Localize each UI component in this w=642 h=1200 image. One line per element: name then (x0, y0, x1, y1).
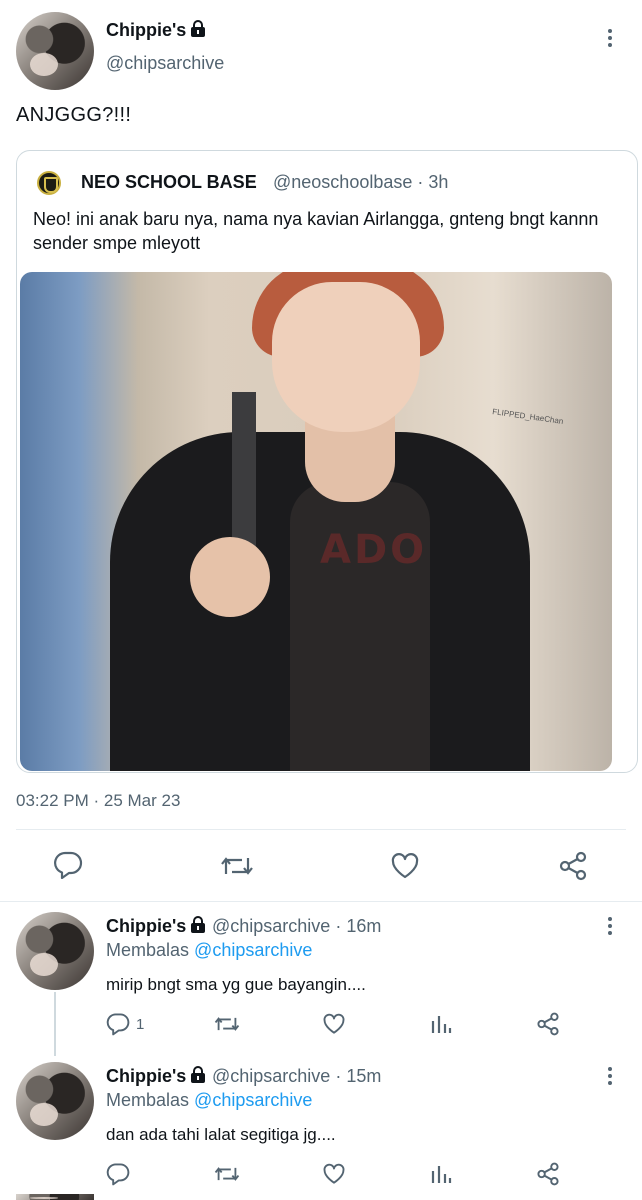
retweet-button[interactable] (220, 852, 254, 880)
analytics-icon (431, 1016, 452, 1033)
more-options-icon[interactable] (606, 1067, 614, 1088)
photo-shirt-print: ADO (320, 527, 428, 573)
author-name[interactable]: Chippie's (106, 20, 206, 43)
reply-handle-time[interactable]: @chipsarchive · 16m (212, 916, 381, 937)
retweet-icon (214, 1167, 240, 1181)
photo-face (272, 282, 420, 432)
quoted-photo[interactable]: ADO FLIPPED_HaeChan (20, 272, 612, 771)
school-logo-icon (37, 171, 61, 195)
share-icon (537, 1012, 559, 1036)
reply-icon (106, 1013, 130, 1036)
reply-text: dan ada tahi lalat segitiga jg.... (106, 1125, 336, 1144)
more-options-icon[interactable] (606, 917, 614, 938)
reply-author-name-text: Chippie's (106, 916, 187, 936)
views-button[interactable] (430, 1013, 452, 1035)
reply-count: 1 (136, 1015, 145, 1033)
divider (16, 829, 626, 830)
replying-mention-link[interactable]: @chipsarchive (194, 1090, 312, 1110)
thread-connector (54, 992, 56, 1056)
lock-icon (190, 916, 206, 939)
lock-icon (190, 20, 206, 43)
photo-strap (232, 392, 256, 552)
author-handle[interactable]: @chipsarchive (106, 53, 224, 74)
author-name-text: Chippie's (106, 20, 187, 40)
share-icon (559, 851, 587, 881)
photo-shirt (290, 482, 430, 771)
replying-prefix: Membalas (106, 940, 190, 960)
share-button[interactable] (536, 1162, 560, 1186)
analytics-icon (431, 1166, 452, 1183)
reply-avatar[interactable] (16, 1062, 94, 1140)
share-button[interactable] (558, 851, 588, 881)
views-button[interactable] (430, 1163, 452, 1185)
divider (0, 901, 642, 902)
like-button[interactable] (322, 1013, 346, 1035)
retweet-icon (221, 857, 253, 875)
replying-to: Membalas @chipsarchive (106, 1090, 312, 1111)
quoted-author-name: NEO SCHOOL BASE (81, 172, 257, 192)
reply-button[interactable] (53, 851, 83, 879)
photo-hand (190, 537, 270, 617)
lock-icon (190, 1066, 206, 1089)
heart-icon (391, 853, 419, 879)
quoted-text: Neo! ini anak baru nya, nama nya kavian … (33, 209, 599, 253)
like-button[interactable] (322, 1163, 346, 1185)
reply-author-name[interactable]: Chippie's (106, 1066, 206, 1089)
tweet-text: ANJGGG?!!! (16, 104, 132, 126)
next-reply-avatar[interactable] (16, 1194, 94, 1200)
heart-icon (323, 1013, 345, 1034)
reply-button[interactable] (106, 1162, 130, 1186)
like-button[interactable] (390, 852, 420, 880)
retweet-button[interactable] (214, 1013, 240, 1035)
replying-mention-link[interactable]: @chipsarchive (194, 940, 312, 960)
reply-handle-time[interactable]: @chipsarchive · 15m (212, 1066, 381, 1087)
author-avatar[interactable] (16, 12, 94, 90)
quoted-handle-time: @neoschoolbase · 3h (273, 172, 449, 192)
share-icon (537, 1162, 559, 1186)
replying-to: Membalas @chipsarchive (106, 940, 312, 961)
retweet-icon (214, 1017, 240, 1031)
reply-text: mirip bngt sma yg gue bayangin.... (106, 975, 366, 994)
retweet-button[interactable] (214, 1163, 240, 1185)
tweet-timestamp[interactable]: 03:22 PM · 25 Mar 23 (16, 791, 180, 811)
replying-prefix: Membalas (106, 1090, 190, 1110)
more-options-icon[interactable] (606, 29, 614, 50)
photo-watermark: FLIPPED_HaeChan (491, 407, 564, 426)
share-button[interactable] (536, 1012, 560, 1036)
reply-author-name[interactable]: Chippie's (106, 916, 206, 939)
reply-icon (54, 851, 83, 879)
reply-icon (106, 1163, 130, 1186)
heart-icon (323, 1163, 345, 1184)
reply-author-name-text: Chippie's (106, 1066, 187, 1086)
reply-avatar[interactable] (16, 912, 94, 990)
reply-button[interactable]: 1 (106, 1012, 144, 1036)
quoted-tweet[interactable]: NEO SCHOOL BASE @neoschoolbase · 3h Neo!… (16, 150, 638, 773)
